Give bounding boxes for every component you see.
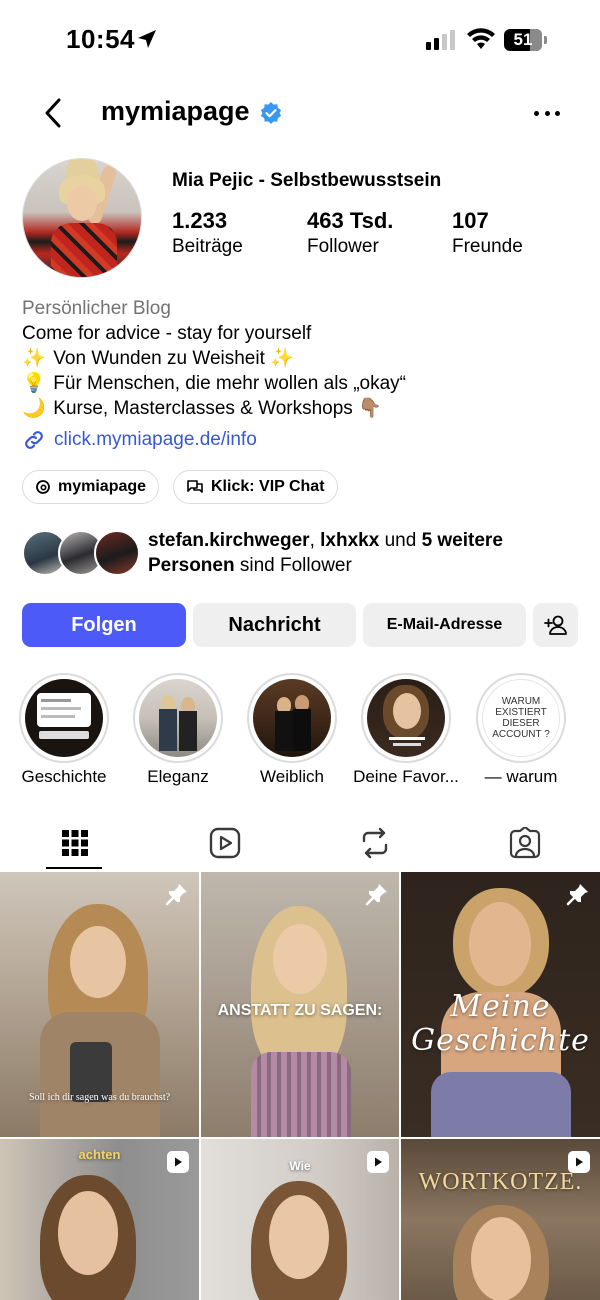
message-button[interactable]: Nachricht	[193, 603, 356, 647]
reels-icon	[209, 827, 241, 858]
highlight-label: Weiblich	[260, 767, 324, 786]
status-time: 10:54	[66, 24, 135, 54]
bio-line: ✨ Von Wunden zu Weisheit ✨	[22, 348, 294, 369]
post-thumbnail[interactable]: Soll ich dir sagen was du brauchst?	[0, 872, 199, 1137]
battery-level: 51	[513, 30, 533, 49]
bio-line: 🌙 Kurse, Masterclasses & Workshops 👇🏽	[22, 398, 382, 419]
vip-chat-pill-label: Klick: VIP Chat	[211, 478, 325, 495]
tab-reels[interactable]	[150, 815, 300, 870]
lightbulb-icon: 💡	[22, 373, 46, 394]
profile-username: mymiapage	[101, 96, 250, 126]
post-thumbnail[interactable]: ANSTATT ZU SAGEN:	[201, 872, 399, 1137]
threads-icon	[36, 480, 50, 494]
moon-icon: 🌙	[22, 398, 46, 419]
highlight-label: Geschichte	[21, 767, 107, 786]
post-caption: Meine Geschichte	[411, 989, 590, 1058]
reel-indicator	[367, 1151, 389, 1173]
bio-line: Come for advice - stay for yourself	[22, 323, 312, 344]
threads-pill-label: mymiapage	[58, 478, 147, 495]
pin-icon	[566, 884, 588, 906]
stat-friends-value: 107	[452, 208, 489, 233]
posts-grid: Soll ich dir sagen was du brauchst? ANST…	[0, 872, 600, 1300]
highlight-cover-text: WARUM EXISTIERT DIESER ACCOUNT ?	[482, 679, 560, 757]
reel-indicator	[568, 1151, 590, 1173]
reel-indicator	[167, 1151, 189, 1173]
follower-avatar	[94, 530, 140, 576]
reposts-icon	[362, 827, 388, 858]
tab-tagged[interactable]	[450, 815, 600, 870]
stat-posts-value: 1.233	[172, 208, 228, 233]
wifi-icon	[467, 28, 495, 49]
play-icon	[175, 1157, 182, 1167]
post-thumbnail[interactable]: achten	[0, 1139, 199, 1300]
threads-pill[interactable]: mymiapage	[22, 470, 160, 504]
stat-friends[interactable]: 107 Freunde	[452, 208, 523, 258]
post-thumbnail[interactable]: Wie	[201, 1139, 399, 1300]
battery-icon: 51	[504, 29, 542, 51]
battery-cap	[544, 36, 547, 44]
highlight-label: — warum	[484, 767, 558, 786]
chat-bubbles-icon	[187, 480, 203, 493]
pin-icon	[165, 884, 187, 906]
link-icon	[25, 430, 43, 449]
sparkles-icon: ✨	[22, 348, 46, 369]
profile-link-text: click.mymiapage.de/info	[54, 429, 257, 450]
play-icon	[576, 1157, 583, 1167]
highlight-geschichte[interactable]: Geschichte	[19, 673, 109, 786]
stat-followers-label: Follower	[307, 236, 379, 257]
chevron-left-icon	[45, 98, 61, 128]
stat-posts[interactable]: 1.233 Beiträge	[172, 208, 243, 258]
highlight-warum[interactable]: WARUM EXISTIERT DIESER ACCOUNT ? — warum	[476, 673, 566, 786]
post-caption: ANSTATT ZU SAGEN:	[217, 1002, 383, 1019]
highlight-favoriten[interactable]: Deine Favor...	[353, 673, 459, 786]
play-icon	[375, 1157, 382, 1167]
followed-by-text[interactable]: stefan.kirchweger, lxhxkx und 5 weitere …	[148, 528, 568, 578]
vip-chat-pill[interactable]: Klick: VIP Chat	[173, 470, 338, 504]
post-thumbnail[interactable]: Meine Geschichte	[401, 872, 600, 1137]
highlight-eleganz[interactable]: Eleganz	[133, 673, 223, 786]
tab-reposts[interactable]	[300, 815, 450, 870]
add-person-icon	[543, 615, 567, 635]
active-tab-indicator	[46, 867, 102, 869]
highlight-label: Eleganz	[147, 767, 209, 786]
more-options-button[interactable]	[534, 108, 560, 118]
email-button[interactable]: E-Mail-Adresse	[363, 603, 526, 647]
profile-bio: Persönlicher Blog Come for advice - stay…	[22, 296, 582, 452]
stat-followers-value: 463 Tsd.	[307, 208, 394, 233]
post-caption: WORTKOTZE.	[418, 1169, 583, 1195]
stat-posts-label: Beiträge	[172, 236, 243, 257]
suggest-users-button[interactable]	[533, 603, 578, 647]
post-thumbnail[interactable]: WORTKOTZE.	[401, 1139, 600, 1300]
profile-link[interactable]: click.mymiapage.de/info	[22, 427, 582, 452]
profile-tabs	[0, 815, 600, 870]
follow-button[interactable]: Folgen	[22, 603, 186, 647]
stat-friends-label: Freunde	[452, 236, 523, 257]
highlight-weiblich[interactable]: Weiblich	[247, 673, 337, 786]
pin-icon	[365, 884, 387, 906]
location-arrow-icon	[138, 30, 156, 48]
post-caption: Soll ich dir sagen was du brauchst?	[28, 1092, 171, 1103]
back-button[interactable]	[38, 96, 68, 130]
bio-line: 💡 Für Menschen, die mehr wollen als „oka…	[22, 373, 406, 394]
profile-category: Persönlicher Blog	[22, 298, 171, 319]
cellular-signal-icon	[426, 30, 455, 50]
tab-grid[interactable]	[0, 815, 150, 870]
highlight-label: Deine Favor...	[353, 767, 459, 786]
profile-avatar[interactable]	[22, 158, 142, 278]
grid-icon	[62, 829, 88, 856]
profile-display-name: Mia Pejic - Selbstbewusstsein	[172, 170, 442, 191]
verified-badge-icon	[261, 102, 281, 124]
followed-by-avatars[interactable]	[22, 530, 142, 576]
tagged-icon	[509, 826, 541, 858]
stat-followers[interactable]: 463 Tsd. Follower	[307, 208, 393, 258]
status-bar: 10:54 51	[0, 0, 600, 80]
